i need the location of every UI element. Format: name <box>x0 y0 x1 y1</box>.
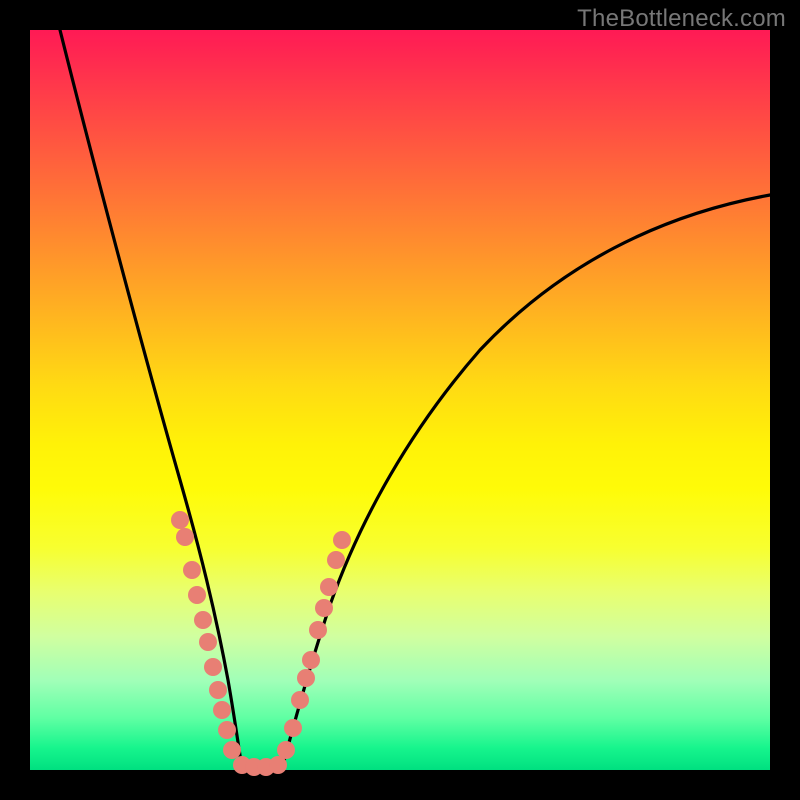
data-marker <box>213 701 231 719</box>
data-marker <box>204 658 222 676</box>
data-marker <box>291 691 309 709</box>
data-marker <box>171 511 189 529</box>
curve-layer <box>30 30 770 770</box>
data-marker <box>277 741 295 759</box>
curve-right-branch <box>282 195 770 768</box>
data-marker <box>183 561 201 579</box>
chart-frame: TheBottleneck.com <box>0 0 800 800</box>
data-marker <box>309 621 327 639</box>
data-marker <box>218 721 236 739</box>
data-marker <box>209 681 227 699</box>
curve-left-branch <box>60 30 242 768</box>
data-marker <box>194 611 212 629</box>
data-marker <box>302 651 320 669</box>
data-marker <box>333 531 351 549</box>
data-marker <box>320 578 338 596</box>
data-marker <box>188 586 206 604</box>
watermark-label: TheBottleneck.com <box>577 5 786 33</box>
data-marker <box>223 741 241 759</box>
data-marker <box>199 633 217 651</box>
data-marker <box>176 528 194 546</box>
data-marker <box>297 669 315 687</box>
data-marker <box>327 551 345 569</box>
data-marker <box>315 599 333 617</box>
data-marker <box>284 719 302 737</box>
